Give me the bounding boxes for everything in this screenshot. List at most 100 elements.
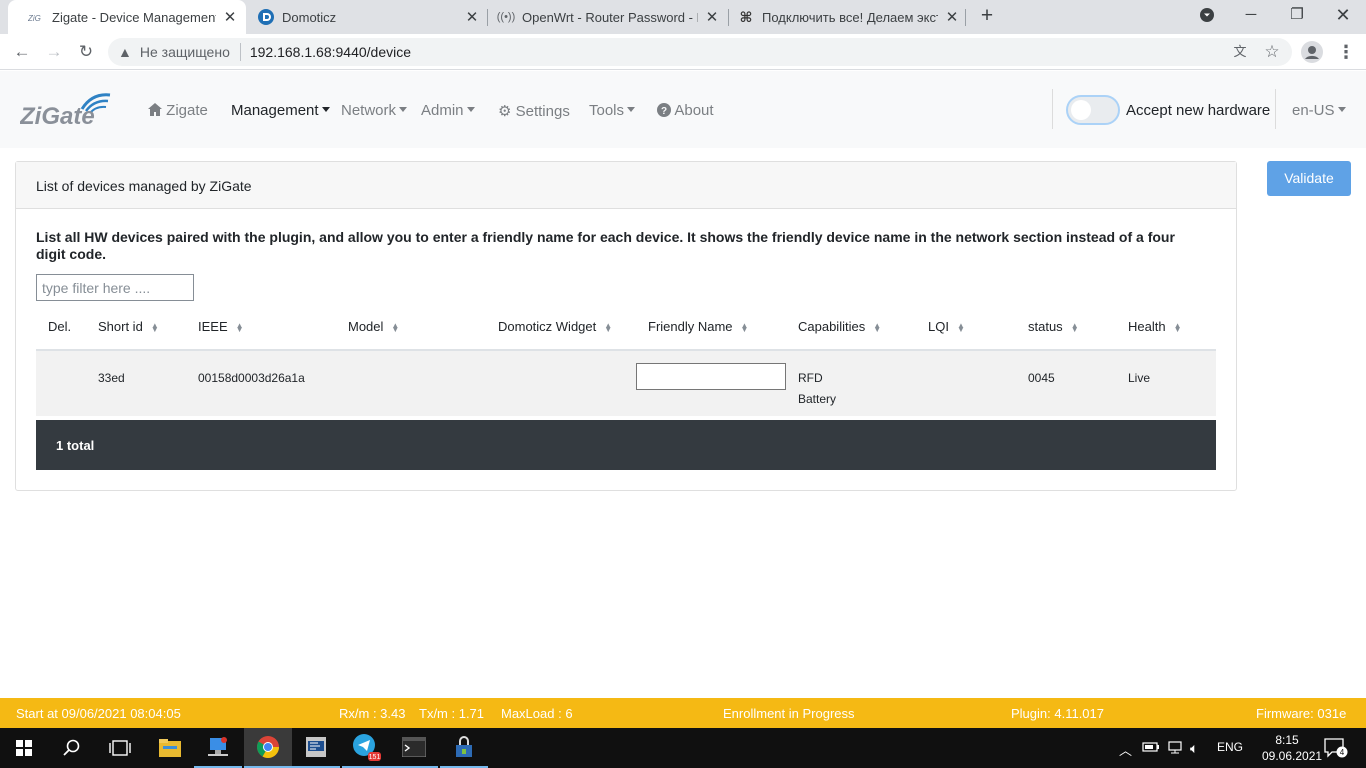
close-tab-icon[interactable]: ✕ — [944, 8, 960, 26]
validate-button[interactable]: Validate — [1267, 161, 1351, 196]
column-header-status[interactable]: status ▲ ▼ — [1028, 319, 1079, 334]
tab-habr[interactable]: ⌘ Подключить все! Делаем экстре ✕ — [718, 0, 968, 34]
column-header-short-id[interactable]: Short id ▲ ▼ — [98, 319, 159, 334]
bookmark-star-icon[interactable]: ☆ — [1260, 40, 1284, 64]
close-tab-icon[interactable]: ✕ — [222, 8, 238, 26]
nav-management-label: Management — [231, 102, 319, 119]
battery-icon[interactable] — [1142, 740, 1160, 757]
tab-separator — [965, 9, 966, 26]
remote-desktop-icon[interactable] — [194, 728, 242, 768]
cell-health: Live — [1128, 371, 1151, 385]
language-dropdown[interactable]: en-US — [1292, 102, 1346, 119]
terminal-icon[interactable] — [390, 728, 438, 768]
putty-manager-icon[interactable] — [292, 728, 340, 768]
caret-down-icon — [321, 107, 330, 112]
profile-dropdown-icon[interactable] — [1184, 0, 1230, 32]
nav-tools-label: Tools — [589, 102, 625, 119]
vpn-lock-icon[interactable] — [440, 728, 488, 768]
windows-start-icon[interactable] — [0, 728, 48, 768]
sort-icon[interactable]: ▲ ▼ — [604, 321, 612, 333]
omnibox-separator — [239, 43, 241, 61]
restore-icon[interactable]: ❐ — [1274, 0, 1320, 32]
browser-chrome: ZiG Zigate - Device Management ✕ Domotic… — [0, 0, 1366, 70]
sort-icon[interactable]: ▲ ▼ — [236, 321, 244, 333]
clock[interactable]: 8:15 09.06.2021 — [1262, 732, 1323, 764]
tab-domoticz[interactable]: Domoticz ✕ — [238, 0, 488, 34]
zigate-logo[interactable]: ZiGate — [19, 91, 114, 130]
column-header-health[interactable]: Health ▲ ▼ — [1128, 319, 1182, 334]
tab-openwrt[interactable]: ((•)) OpenWrt - Router Password - Lu ✕ — [478, 0, 728, 34]
caret-down-icon — [1337, 107, 1346, 112]
close-window-icon[interactable]: ✕ — [1320, 0, 1366, 32]
clock-date: 09.06.2021 — [1262, 749, 1323, 763]
search-icon[interactable] — [48, 728, 96, 768]
chrome-icon[interactable] — [244, 728, 292, 768]
column-header-capabilities[interactable]: Capabilities ▲ ▼ — [798, 319, 881, 334]
nav-network-label: Network — [341, 102, 397, 119]
max-load: MaxLoad : 6 — [501, 706, 573, 721]
plugin-version: Plugin: 4.11.017 — [1011, 706, 1104, 721]
volume-icon[interactable]: 🔈︎ — [1190, 740, 1198, 757]
sort-icon[interactable]: ▲ ▼ — [1071, 321, 1079, 333]
new-tab-icon[interactable]: + — [976, 5, 998, 28]
sort-icon[interactable]: ▲ ▼ — [873, 321, 881, 333]
minimize-icon[interactable]: ─ — [1228, 0, 1274, 32]
sort-icon[interactable]: ▲ ▼ — [741, 321, 749, 333]
forward-arrow-icon[interactable]: → — [42, 40, 66, 64]
card-description: List all HW devices paired with the plug… — [36, 229, 1175, 262]
column-header-model[interactable]: Model ▲ ▼ — [348, 319, 399, 334]
task-view-icon[interactable] — [96, 728, 144, 768]
accept-hardware-label: Accept new hardware — [1126, 102, 1271, 119]
nav-network[interactable]: Network — [341, 102, 408, 119]
sort-icon[interactable]: ▲ ▼ — [957, 321, 965, 333]
accept-hardware-toggle[interactable] — [1066, 95, 1120, 125]
translate-icon[interactable]: 文 — [1228, 40, 1252, 64]
home-icon — [148, 102, 162, 119]
habr-favicon-icon: ⌘ — [739, 8, 753, 25]
tab-title: Подключить все! Делаем экстре — [762, 9, 938, 25]
capability-item: Battery — [798, 392, 837, 406]
url-text[interactable]: 192.168.1.68:9440/device — [250, 44, 411, 60]
nav-zigate[interactable]: Zigate — [148, 102, 208, 119]
devices-card: List of devices managed by ZiGate List a… — [15, 161, 1237, 491]
column-header-del[interactable]: Del. — [48, 319, 71, 334]
tab-title: Zigate - Device Management — [52, 9, 216, 25]
svg-text:ZiG: ZiG — [28, 14, 41, 23]
reload-icon[interactable]: ↻ — [74, 40, 98, 64]
notifications-icon[interactable]: 4 — [1324, 738, 1348, 761]
tab-zigate[interactable]: ZiG Zigate - Device Management ✕ — [8, 0, 246, 34]
network-icon[interactable] — [1166, 740, 1184, 757]
sort-icon[interactable]: ▲ ▼ — [1174, 321, 1182, 333]
nav-management[interactable]: Management — [231, 102, 330, 119]
friendly-name-input[interactable] — [636, 363, 786, 390]
nav-admin[interactable]: Admin — [421, 102, 475, 119]
column-header-friendly-name[interactable]: Friendly Name ▲ ▼ — [648, 319, 748, 334]
filter-input[interactable] — [36, 274, 194, 301]
menu-kebab-icon[interactable]: ⋮ — [1334, 40, 1358, 64]
tab-title: OpenWrt - Router Password - Lu — [522, 9, 698, 25]
column-header-ieee[interactable]: IEEE ▲ ▼ — [198, 319, 244, 334]
sort-icon[interactable]: ▲ ▼ — [391, 321, 399, 333]
gear-icon: ⚙ — [498, 103, 512, 120]
tab-strip: ZiG Zigate - Device Management ✕ Domotic… — [0, 0, 1366, 34]
column-header-lqi[interactable]: LQI ▲ ▼ — [928, 319, 965, 334]
caret-down-icon — [466, 107, 475, 112]
telegram-icon[interactable]: 151 — [342, 728, 390, 768]
tab-title: Domoticz — [282, 9, 337, 25]
sort-icon[interactable]: ▲ ▼ — [151, 321, 159, 333]
language-label: en-US — [1292, 102, 1335, 119]
nav-tools[interactable]: Tools — [589, 102, 636, 119]
tray-expand-icon[interactable]: ︿ — [1119, 740, 1132, 759]
nav-about[interactable]: ? About — [657, 102, 714, 119]
domoticz-favicon-icon — [258, 9, 274, 25]
notification-count: 4 — [1340, 748, 1345, 757]
column-header-widget[interactable]: Domoticz Widget ▲ ▼ — [498, 319, 612, 334]
omnibox[interactable]: ▲ Не защищено 192.168.1.68:9440/device — [108, 38, 1292, 66]
nav-admin-label: Admin — [421, 102, 464, 119]
back-arrow-icon[interactable]: ← — [10, 40, 34, 64]
profile-avatar-icon[interactable] — [1300, 40, 1324, 64]
nav-settings[interactable]: ⚙ Settings — [498, 102, 570, 120]
navbar-divider — [1275, 89, 1276, 129]
input-language[interactable]: ENG — [1217, 740, 1243, 754]
file-explorer-icon[interactable] — [146, 728, 194, 768]
